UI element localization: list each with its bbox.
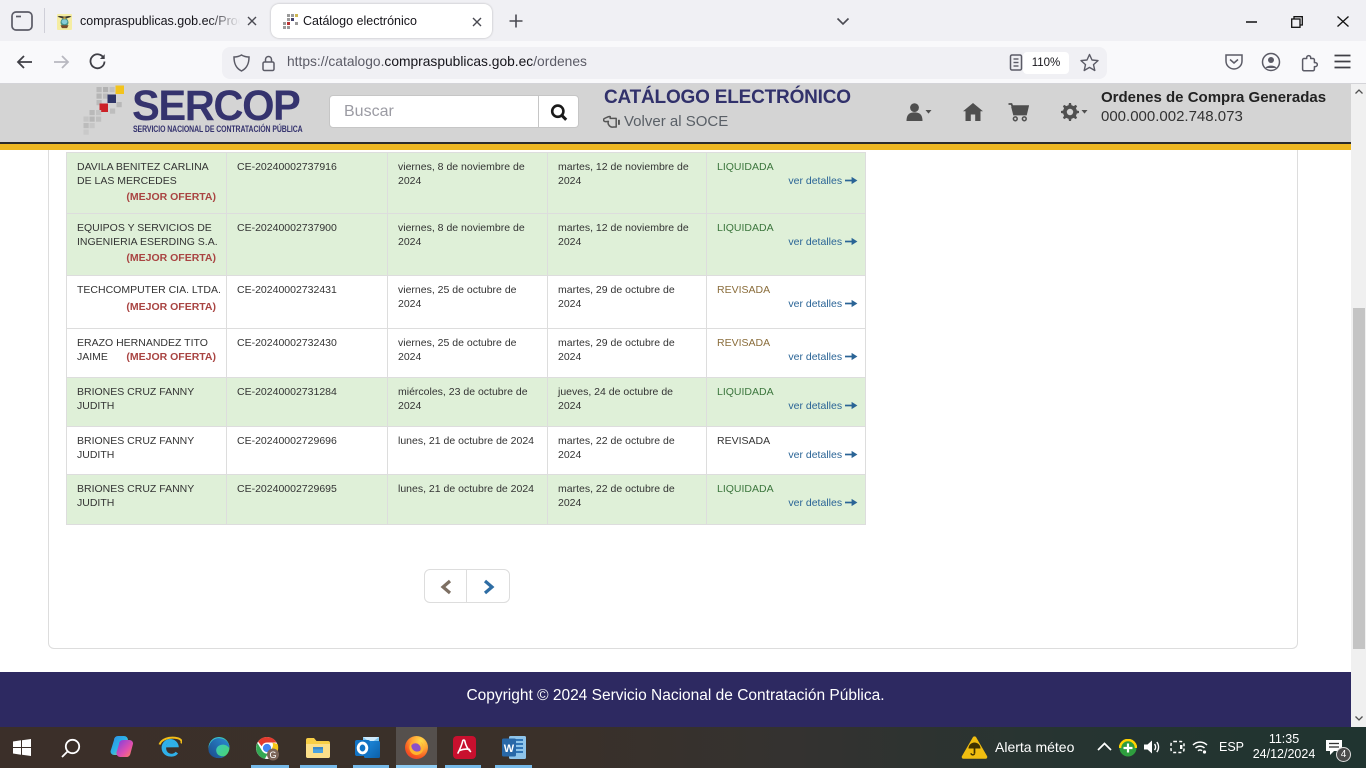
svg-text:G: G	[269, 750, 276, 760]
svg-text:W: W	[504, 743, 515, 755]
